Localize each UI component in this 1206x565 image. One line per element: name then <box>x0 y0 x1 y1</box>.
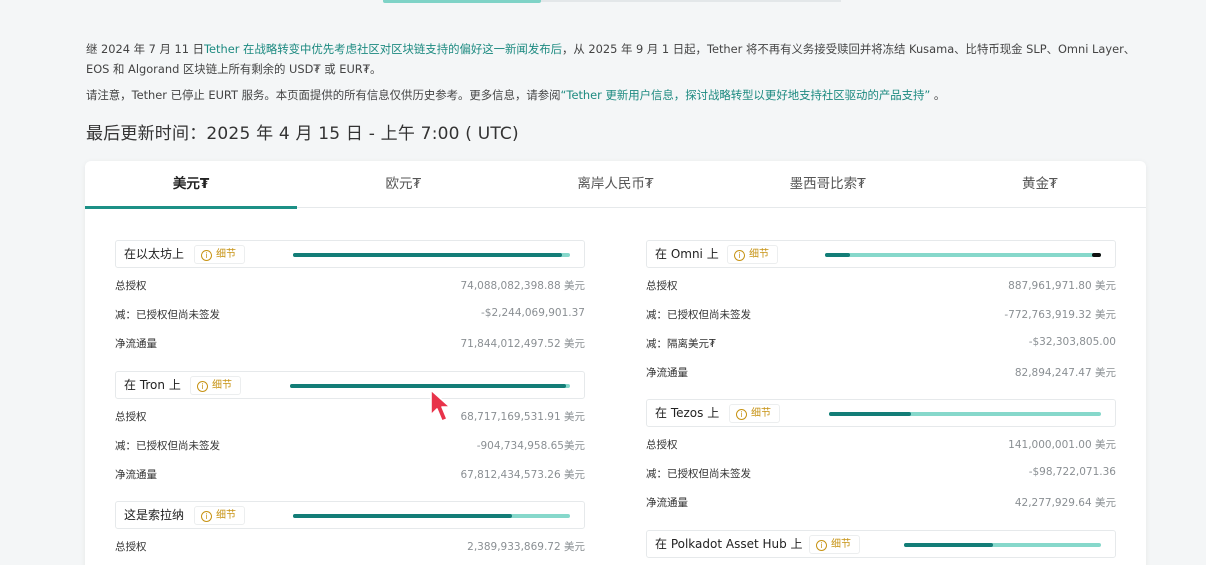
supply-bar-fill <box>293 253 562 257</box>
row-net: 净流通量 82,894,247.47 美元 <box>646 367 1116 379</box>
row-quarantined: 减：隔离美元₮ -$32,303,805.00 <box>646 336 1116 350</box>
info-icon: i <box>201 250 212 261</box>
info-icon: i <box>736 409 747 420</box>
tab-cnht[interactable]: 离岸人民币₮ <box>509 161 721 208</box>
row-net: 净流通量 71,844,012,497.52 美元 <box>115 338 585 350</box>
chain-header: 在 Omni 上 i 细节 <box>646 240 1116 268</box>
tab-xaut[interactable]: 黄金₮ <box>934 161 1146 208</box>
info-icon: i <box>734 250 745 261</box>
chain-name: 在 Tron 上 <box>124 378 181 392</box>
details-button[interactable]: i 细节 <box>194 506 245 525</box>
info-icon: i <box>816 540 827 551</box>
chain-tron: 在 Tron 上 i 细节 总授权 68,717,169,531.91 美元 减：已… <box>115 371 585 489</box>
chain-header: 在 Polkadot Asset Hub 上 i 细节 <box>646 530 1116 558</box>
row-net: 净流通量 67,812,434,573.26 美元 <box>115 469 585 481</box>
top-tab-indicator <box>383 0 541 3</box>
chain-header: 这是索拉纳 i 细节 <box>115 501 585 529</box>
supply-bar <box>293 514 570 518</box>
notice2-prefix: 请注意，Tether 已停止 EURT 服务。本页面提供的所有信息仅供历史参考。… <box>86 88 561 102</box>
row-unissued: 减：已授权但尚未签发 -$2,244,069,901.37 <box>115 307 585 321</box>
tab-eurt[interactable]: 欧元₮ <box>297 161 509 208</box>
chain-name: 在 Polkadot Asset Hub 上 <box>655 537 803 551</box>
supply-bar <box>825 253 1101 257</box>
row-net: 净流通量 42,277,929.64 美元 <box>646 497 1116 509</box>
supply-bar-fill <box>904 543 993 547</box>
mouse-cursor-icon <box>430 389 451 422</box>
details-button[interactable]: i 细节 <box>194 245 245 264</box>
info-icon: i <box>197 381 208 392</box>
chain-omni: 在 Omni 上 i 细节 总授权 887,961,971.80 美元 减：已授权但… <box>646 240 1116 387</box>
currency-tabs: 美元₮ 欧元₮ 离岸人民币₮ 墨西哥比索₮ 黄金₮ <box>85 161 1146 209</box>
row-total: 总授权 887,961,971.80 美元 <box>646 280 1116 292</box>
notice-link-press-release[interactable]: Tether 在战略转变中优先考虑社区对区块链支持的偏好这一新闻发布后 <box>204 42 562 56</box>
chain-solana: 这是索拉纳 i 细节 总授权 2,389,933,869.72 美元 <box>115 501 585 561</box>
chain-header: 在以太坊上 i 细节 <box>115 240 585 268</box>
info-icon: i <box>201 511 212 522</box>
redemption-notice: 继 2024 年 7 月 11 日Tether 在战略转变中优先考虑社区对区块链… <box>86 39 1136 79</box>
supply-bar <box>829 412 1101 416</box>
top-tab-divider <box>541 0 841 2</box>
chain-name: 在以太坊上 <box>124 247 185 261</box>
eurt-notice: 请注意，Tether 已停止 EURT 服务。本页面提供的所有信息仅供历史参考。… <box>86 85 1136 105</box>
supply-bar-fill <box>825 253 850 257</box>
row-total: 总授权 2,389,933,869.72 美元 <box>115 541 585 553</box>
details-label: 细节 <box>212 380 232 391</box>
supply-bar-fill <box>293 514 512 518</box>
notice-prefix: 继 2024 年 7 月 11 日 <box>86 42 205 56</box>
tab-usdt[interactable]: 美元₮ <box>85 161 298 209</box>
details-label: 细节 <box>831 539 851 550</box>
details-label: 细节 <box>216 510 236 521</box>
chain-name: 在 Tezos 上 <box>655 406 720 420</box>
notice2-link-update[interactable]: “Tether 更新用户信息，探讨战略转型以更好地支持社区驱动的产品支持” <box>561 88 931 102</box>
details-button[interactable]: i 细节 <box>809 535 860 554</box>
tab-mxnt[interactable]: 墨西哥比索₮ <box>722 161 934 208</box>
details-button[interactable]: i 细节 <box>729 404 780 423</box>
details-label: 细节 <box>749 249 769 260</box>
row-unissued: 减：已授权但尚未签发 -904,734,958.65美元 <box>115 440 585 452</box>
chain-polkadot: 在 Polkadot Asset Hub 上 i 细节 <box>646 530 1116 558</box>
row-unissued: 减：已授权但尚未签发 -772,763,919.32 美元 <box>646 309 1116 321</box>
supply-bar-fill <box>829 412 911 416</box>
row-total: 总授权 74,088,082,398.88 美元 <box>115 280 585 292</box>
chain-header: 在 Tron 上 i 细节 <box>115 371 585 399</box>
supply-card: 美元₮ 欧元₮ 离岸人民币₮ 墨西哥比索₮ 黄金₮ 在以太坊上 i 细节 总授权 7… <box>85 161 1146 565</box>
supply-bar <box>293 253 570 257</box>
row-unissued: 减：已授权但尚未签发 -$98,722,071.36 <box>646 466 1116 480</box>
chain-tezos: 在 Tezos 上 i 细节 总授权 141,000,001.00 美元 减：已授权… <box>646 399 1116 517</box>
details-button[interactable]: i 细节 <box>727 245 778 264</box>
details-label: 细节 <box>751 408 771 419</box>
notice2-suffix: 。 <box>930 88 946 102</box>
last-updated: 最后更新时间：2025 年 4 月 15 日 - 上午 7:00 ( UTC) <box>86 124 519 144</box>
row-total: 总授权 141,000,001.00 美元 <box>646 439 1116 451</box>
row-total: 总授权 68,717,169,531.91 美元 <box>115 411 585 423</box>
chain-header: 在 Tezos 上 i 细节 <box>646 399 1116 427</box>
details-button[interactable]: i 细节 <box>190 376 241 395</box>
details-label: 细节 <box>216 249 236 260</box>
chain-ethereum: 在以太坊上 i 细节 总授权 74,088,082,398.88 美元 减：已授权但… <box>115 240 585 358</box>
supply-bar <box>904 543 1101 547</box>
chain-name: 在 Omni 上 <box>655 247 719 261</box>
supply-bar-end <box>1092 253 1101 257</box>
chain-name: 这是索拉纳 <box>124 508 185 522</box>
